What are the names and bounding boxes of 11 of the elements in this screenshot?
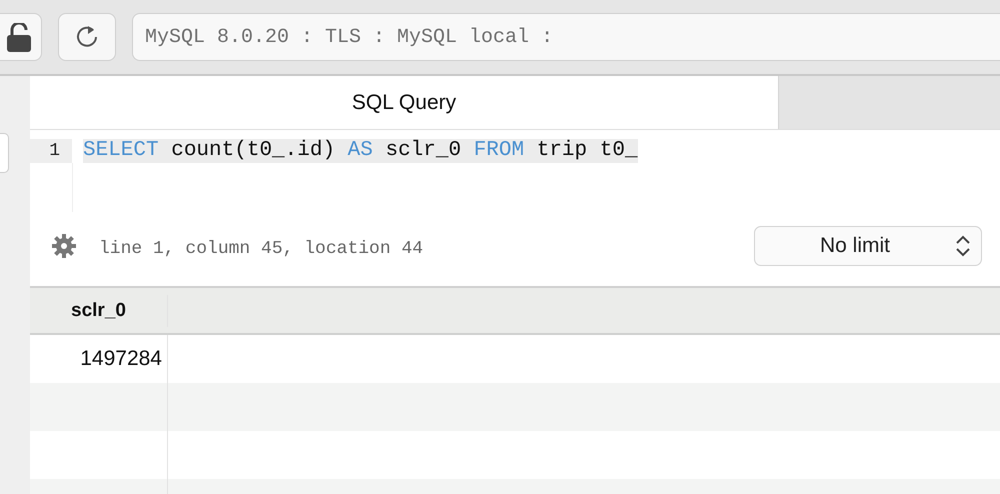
- address-field[interactable]: MySQL 8.0.20 : TLS : MySQL local :: [132, 13, 1000, 61]
- lock-icon: [7, 22, 31, 52]
- limit-select[interactable]: No limit: [754, 226, 982, 266]
- line-number: 1: [30, 139, 72, 163]
- cursor-position-text: line 1, column 45, location 44: [99, 239, 424, 259]
- settings-icon: [51, 233, 77, 259]
- up-down-chevron-icon: [955, 235, 971, 257]
- lock-button[interactable]: [0, 13, 42, 61]
- reload-icon: [75, 25, 99, 49]
- reload-button[interactable]: [58, 13, 116, 61]
- column-header[interactable]: sclr_0: [30, 294, 168, 326]
